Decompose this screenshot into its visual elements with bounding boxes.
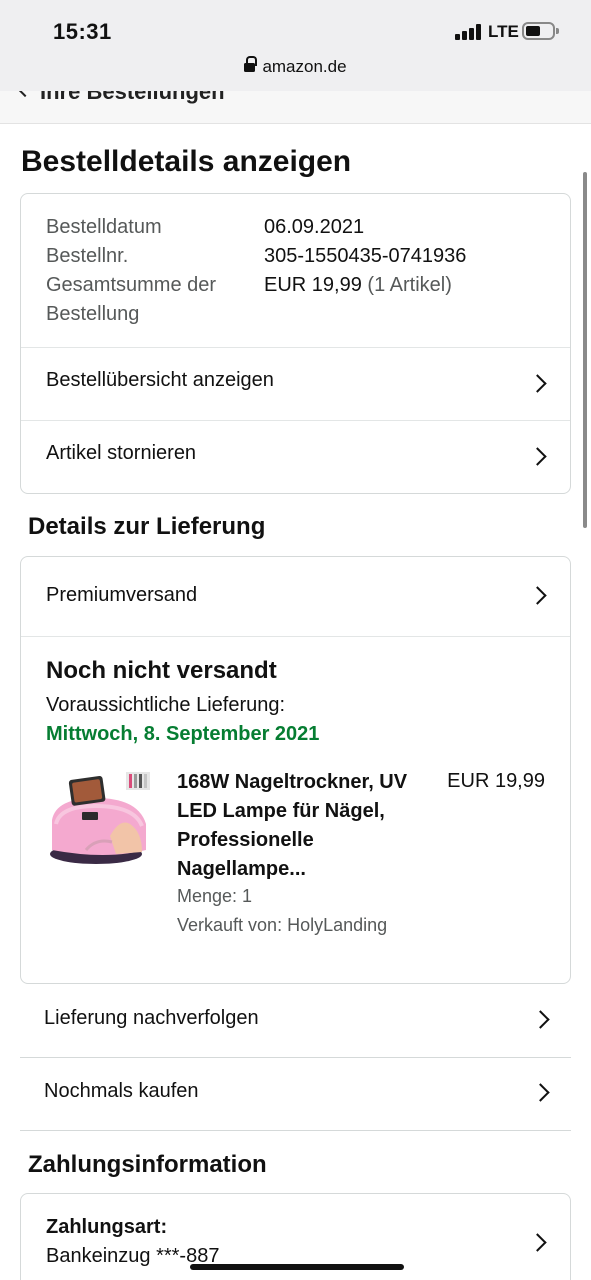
network-type: LTE [488, 22, 519, 41]
shipment-status: Noch nicht versandt [46, 657, 277, 684]
battery-icon [522, 22, 559, 40]
back-label: Ihre Bestellungen [40, 91, 225, 104]
expected-delivery-label: Voraussichtliche Lieferung: [46, 694, 286, 716]
url-text: amazon.de [262, 57, 347, 76]
chevron-right-icon [528, 1233, 547, 1252]
product-seller: Verkauft von: HolyLanding [177, 915, 388, 935]
order-summary-card: Bestelldatum 06.09.2021 Bestellnr. 305-1… [20, 193, 571, 494]
delivery-card: Premiumversand Noch nicht versandt Vorau… [20, 556, 571, 984]
home-indicator[interactable] [190, 1264, 404, 1270]
page-title: Bestelldetails anzeigen [21, 145, 352, 178]
order-number-label: Bestellnr. [46, 245, 129, 267]
back-to-orders-link[interactable]: Ihre Bestellungen [0, 91, 591, 124]
buy-again-row[interactable]: Nochmals kaufen [20, 1058, 571, 1131]
expected-delivery-date: Mittwoch, 8. September 2021 [46, 723, 320, 745]
track-package-row[interactable]: Lieferung nachverfolgen [20, 985, 571, 1058]
order-item-count: (1 Artikel) [367, 274, 452, 296]
delivery-heading: Details zur Lieferung [28, 513, 266, 540]
order-total-value: EUR 19,99 (1 Artikel) [264, 271, 452, 300]
product-quantity: Menge: 1 [177, 886, 253, 906]
scrollbar[interactable] [583, 172, 587, 528]
product-image[interactable] [46, 768, 154, 876]
status-time: 15:31 [53, 19, 112, 44]
lock-icon [244, 56, 258, 73]
order-date-label: Bestelldatum [46, 216, 162, 238]
cancel-items-label: Artikel stornieren [46, 442, 197, 464]
payment-heading: Zahlungsinformation [28, 1151, 267, 1178]
view-invoice-row[interactable]: Bestellübersicht anzeigen [21, 348, 570, 420]
chevron-right-icon [528, 447, 547, 466]
divider [21, 636, 570, 637]
chevron-right-icon [531, 1010, 550, 1029]
signal-strength-icon [455, 24, 481, 40]
status-bar: 15:31 LTE amazon.de [0, 0, 591, 91]
order-date-value: 06.09.2021 [264, 216, 365, 238]
order-number-value: 305-1550435-0741936 [264, 245, 467, 267]
product-price: EUR 19,99 [447, 770, 545, 792]
view-invoice-label: Bestellübersicht anzeigen [46, 369, 274, 391]
cancel-items-row[interactable]: Artikel stornieren [21, 421, 570, 494]
order-total-label-line2: Bestellung [46, 303, 140, 325]
order-total-label-line1: Gesamtsumme der [46, 274, 217, 296]
chevron-right-icon [531, 1083, 550, 1102]
chevron-left-icon [17, 91, 33, 98]
buy-again-label: Nochmals kaufen [44, 1080, 199, 1102]
payment-method-label: Zahlungsart: [46, 1216, 168, 1238]
uv-nail-lamp-icon [46, 768, 154, 876]
track-package-label: Lieferung nachverfolgen [44, 1007, 259, 1029]
order-total-amount: EUR 19,99 [264, 274, 362, 296]
shipping-method-label: Premiumversand [46, 584, 198, 606]
chevron-right-icon [528, 586, 547, 605]
chevron-right-icon [528, 374, 547, 393]
url-bar[interactable]: amazon.de [0, 56, 591, 77]
shipping-method-row[interactable]: Premiumversand [21, 557, 570, 636]
product-title-link[interactable]: 168W Nageltrockner, UV LED Lampe für Näg… [177, 768, 417, 884]
